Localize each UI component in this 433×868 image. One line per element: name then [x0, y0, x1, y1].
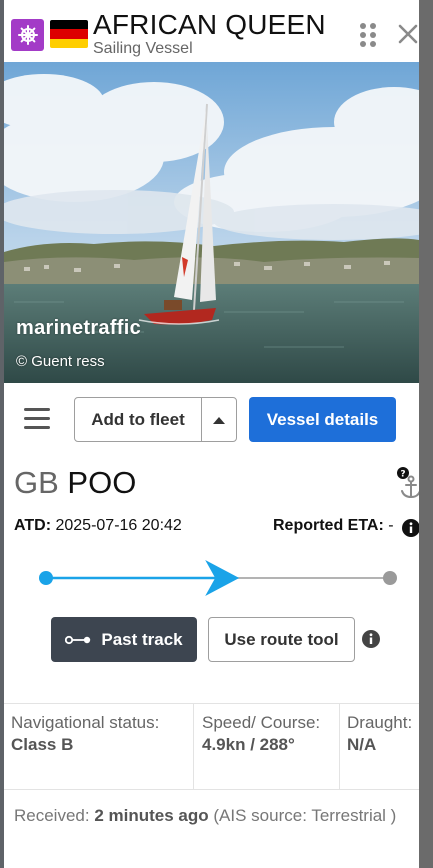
vessel-details-button[interactable]: Vessel details: [249, 397, 396, 442]
speed-course: Speed/ Course: 4.9kn / 288°: [194, 704, 340, 789]
voyage-progress: [39, 560, 397, 596]
track-line-icon: [65, 635, 91, 644]
eta-value: -: [388, 517, 394, 534]
nav-status-label: Navigational status:: [11, 713, 160, 732]
received-label: Received:: [14, 806, 90, 825]
callsign-country: GB: [14, 465, 59, 500]
photo-credit: © Guent ress: [16, 353, 105, 370]
vessel-panel: AFRICAN QUEEN Sailing Vessel marinetraff…: [0, 0, 433, 868]
eta-label: Reported ETA:: [273, 517, 384, 534]
atd-label: ATD:: [14, 517, 52, 534]
vessel-name: AFRICAN QUEEN: [93, 9, 326, 40]
ship-wheel-icon: [11, 19, 44, 51]
photo-brand-watermark: marinetraffic: [16, 317, 142, 339]
received-info: Received: 2 minutes ago (AIS source: Ter…: [14, 803, 409, 829]
status-grid: Navigational status: Class B Speed/ Cour…: [4, 703, 419, 790]
caret-up-icon[interactable]: [201, 398, 236, 441]
atd: ATD: 2025-07-16 20:42: [14, 517, 182, 535]
arrival-dot: [383, 571, 397, 585]
drag-handle-icon[interactable]: [359, 22, 377, 48]
vessel-type: Sailing Vessel: [93, 40, 193, 57]
received-source: (AIS source: Terrestrial ): [213, 806, 397, 825]
route-tool-button[interactable]: Use route tool: [208, 617, 355, 662]
received-value: 2 minutes ago: [94, 806, 209, 825]
anchor-help-icon[interactable]: ?: [394, 466, 420, 500]
callsign: GB POO: [14, 465, 136, 501]
departure-dot: [39, 571, 53, 585]
navigational-status: Navigational status: Class B: [4, 704, 194, 789]
speed-course-label: Speed/ Course:: [202, 713, 321, 732]
vessel-photo[interactable]: marinetraffic © Guent ress: [4, 62, 419, 383]
draught-value: N/A: [347, 735, 377, 754]
flag-germany-icon: [50, 20, 88, 48]
draught: Draught: N/A: [340, 704, 419, 789]
speed-course-value: 4.9kn / 288°: [202, 735, 295, 754]
past-track-label: Past track: [101, 629, 183, 649]
add-to-fleet-label[interactable]: Add to fleet: [75, 398, 201, 441]
info-icon[interactable]: [402, 519, 420, 537]
route-info-icon[interactable]: [362, 630, 380, 648]
reported-eta: Reported ETA: -: [273, 517, 394, 535]
add-to-fleet-button[interactable]: Add to fleet: [74, 397, 237, 442]
vessel-header: AFRICAN QUEEN Sailing Vessel: [4, 0, 419, 62]
past-track-button[interactable]: Past track: [51, 617, 197, 662]
svg-text:?: ?: [400, 470, 405, 480]
menu-icon[interactable]: [24, 408, 52, 432]
callsign-value: POO: [67, 465, 137, 500]
nav-status-value: Class B: [11, 735, 74, 754]
draught-label: Draught:: [347, 713, 413, 732]
atd-value: 2025-07-16 20:42: [55, 517, 182, 534]
close-icon[interactable]: [396, 22, 420, 46]
